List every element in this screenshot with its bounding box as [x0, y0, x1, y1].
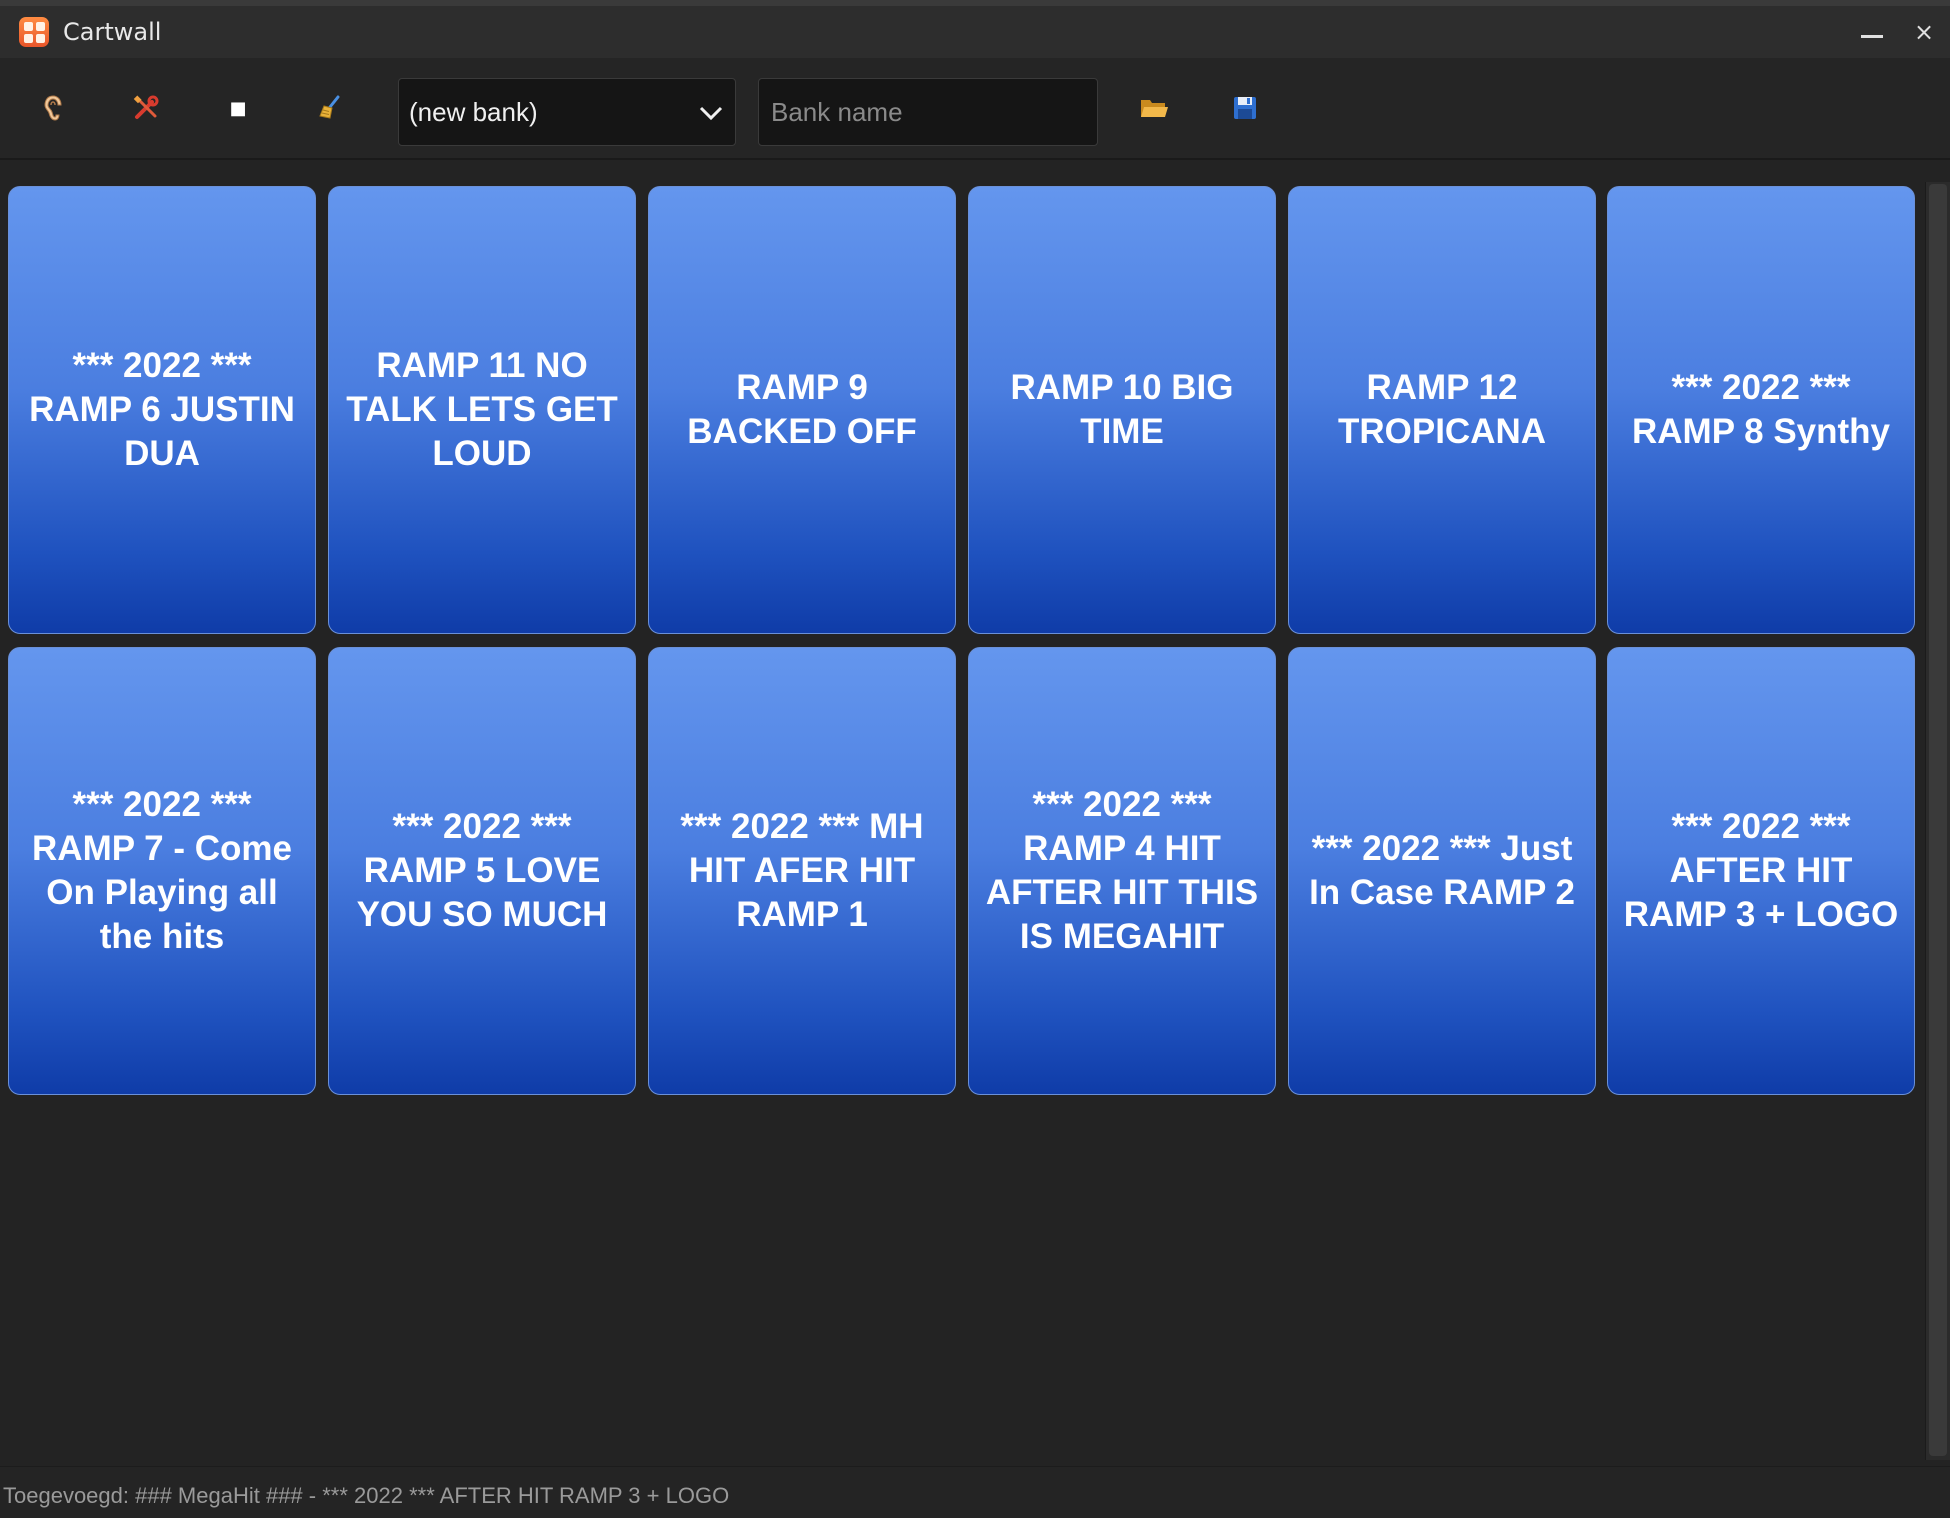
app-grid-icon	[19, 17, 49, 47]
cart-label: *** 2022 *** Just In Case RAMP 2	[1309, 829, 1575, 912]
cart-label: RAMP 12 TROPICANA	[1337, 368, 1547, 451]
minimize-button[interactable]	[1846, 6, 1898, 58]
folder-open-icon	[1141, 100, 1168, 117]
cart-button[interactable]: RAMP 11 NO TALK LETS GET LOUD	[328, 186, 636, 634]
save-bank-button[interactable]	[1219, 82, 1271, 134]
cart-label: *** 2022 *** MH HIT AFER HIT RAMP 1	[680, 807, 924, 934]
cart-button[interactable]: *** 2022 *** RAMP 7 - Come On Playing al…	[8, 647, 316, 1095]
scrollbar-thumb[interactable]	[1929, 184, 1947, 1456]
cart-grid: *** 2022 *** RAMP 6 JUSTIN DUA RAMP 11 N…	[0, 174, 1925, 1464]
cart-button[interactable]: *** 2022 *** RAMP 8 Synthy	[1607, 186, 1915, 634]
window-controls: ×	[1846, 6, 1950, 58]
cart-label: RAMP 9 BACKED OFF	[687, 368, 917, 451]
cart-button[interactable]: *** 2022 *** MH HIT AFER HIT RAMP 1	[648, 647, 956, 1095]
toolbar: ■ (new bank)	[0, 58, 1950, 160]
status-text: Toegevoegd: ### MegaHit ### - *** 2022 *…	[3, 1483, 730, 1508]
cart-label: *** 2022 *** RAMP 7 - Come On Playing al…	[32, 785, 292, 956]
bank-select-value: (new bank)	[409, 96, 538, 127]
cart-button[interactable]: *** 2022 *** Just In Case RAMP 2	[1288, 647, 1596, 1095]
cart-button[interactable]: *** 2022 *** RAMP 5 LOVE YOU SO MUCH	[328, 647, 636, 1095]
listen-button[interactable]	[27, 82, 79, 134]
cart-button[interactable]: *** 2022 *** AFTER HIT RAMP 3 + LOGO	[1607, 647, 1915, 1095]
cart-button[interactable]: RAMP 10 BIG TIME	[968, 186, 1276, 634]
stop-icon: ■	[229, 97, 247, 119]
ear-icon	[44, 95, 62, 121]
cartwall-window: Cartwall × ■ (new bank) Bank name *** 20…	[0, 0, 1950, 1518]
window-title: Cartwall	[63, 18, 162, 46]
cart-label: *** 2022 *** RAMP 4 HIT AFTER HIT THIS I…	[985, 785, 1259, 956]
cart-label: *** 2022 *** RAMP 5 LOVE YOU SO MUCH	[356, 807, 608, 934]
close-button[interactable]: ×	[1898, 6, 1950, 58]
status-bar: Toegevoegd: ### MegaHit ### - *** 2022 *…	[0, 1466, 1950, 1518]
cart-label: RAMP 10 BIG TIME	[1010, 368, 1234, 451]
cart-label: *** 2022 *** RAMP 8 Synthy	[1631, 368, 1891, 451]
cart-label: *** 2022 *** RAMP 6 JUSTIN DUA	[29, 346, 295, 473]
tools-icon	[133, 95, 159, 119]
vertical-scrollbar[interactable]	[1925, 182, 1950, 1460]
open-bank-button[interactable]	[1128, 82, 1180, 134]
broom-icon	[319, 95, 340, 119]
cart-button[interactable]: RAMP 9 BACKED OFF	[648, 186, 956, 634]
cart-button[interactable]: *** 2022 *** RAMP 4 HIT AFTER HIT THIS I…	[968, 647, 1276, 1095]
cart-button[interactable]: *** 2022 *** RAMP 6 JUSTIN DUA	[8, 186, 316, 634]
bank-name-input[interactable]	[758, 78, 1098, 146]
cart-label: RAMP 11 NO TALK LETS GET LOUD	[346, 346, 618, 473]
bank-select[interactable]: (new bank)	[398, 78, 736, 146]
cart-label: *** 2022 *** AFTER HIT RAMP 3 + LOGO	[1623, 807, 1899, 934]
stop-button[interactable]: ■	[212, 82, 264, 134]
chevron-down-icon	[699, 106, 723, 121]
cart-button[interactable]: RAMP 12 TROPICANA	[1288, 186, 1596, 634]
minimize-icon	[1861, 34, 1883, 38]
clear-button[interactable]	[304, 82, 356, 134]
floppy-disk-icon	[1234, 97, 1256, 119]
settings-button[interactable]	[120, 82, 172, 134]
title-bar: Cartwall ×	[0, 6, 1950, 59]
